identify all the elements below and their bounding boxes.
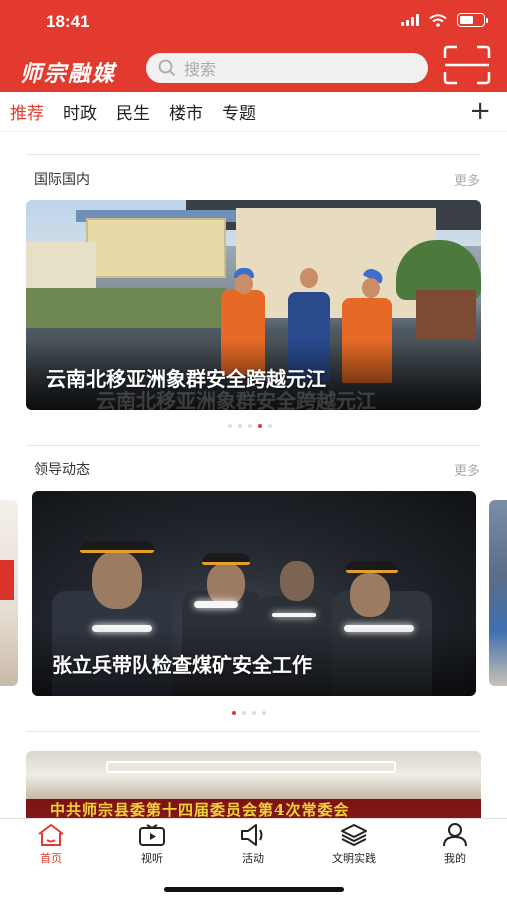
search-bar[interactable]: 搜索 bbox=[146, 53, 428, 83]
more-link-international[interactable]: 更多 bbox=[454, 170, 480, 189]
nav-video[interactable]: 视听 bbox=[117, 822, 187, 866]
photo-building bbox=[86, 218, 226, 278]
home-icon bbox=[38, 823, 64, 846]
photo-head bbox=[362, 278, 380, 298]
more-link-leadership[interactable]: 更多 bbox=[454, 460, 480, 479]
slide-caption: 云南北移亚洲象群安全跨越元江 bbox=[46, 367, 326, 391]
status-icons bbox=[401, 13, 488, 27]
photo-face bbox=[92, 551, 142, 609]
carousel-pager bbox=[228, 424, 272, 428]
nav-label: 首页 bbox=[40, 852, 62, 865]
photo-door bbox=[416, 290, 476, 340]
photo-head bbox=[235, 274, 253, 294]
status-time: 18:41 bbox=[46, 12, 90, 31]
section-title-international: 国际国内 bbox=[34, 172, 90, 188]
tab-politics[interactable]: 时政 bbox=[63, 99, 97, 124]
photo-house bbox=[26, 242, 96, 292]
nav-label: 文明实践 bbox=[332, 852, 376, 865]
photo-grass bbox=[26, 288, 226, 328]
photo-ceiling-light bbox=[106, 761, 396, 773]
carousel-slide-elephants[interactable]: 云南北移亚洲象群安全跨越元江 云南北移亚洲象群安全跨越元江 bbox=[26, 200, 481, 410]
photo-face bbox=[350, 573, 390, 617]
nav-label: 视听 bbox=[141, 852, 163, 865]
pager-dot[interactable] bbox=[232, 711, 236, 715]
news-card-meeting[interactable]: 中共师宗县委第十四届委员会第4次常委会 bbox=[26, 751, 481, 818]
carousel-pager bbox=[232, 711, 266, 715]
nav-profile[interactable]: 我的 bbox=[420, 822, 490, 866]
pager-dot[interactable] bbox=[258, 424, 262, 428]
carousel-prev-peek[interactable] bbox=[0, 500, 18, 686]
photo-reflective-strip bbox=[272, 613, 316, 617]
add-tab-button[interactable]: + bbox=[469, 98, 491, 124]
video-icon bbox=[139, 824, 165, 846]
nav-home[interactable]: 首页 bbox=[16, 822, 86, 866]
app-logo: 师宗融媒 bbox=[20, 61, 117, 87]
section-divider bbox=[26, 154, 481, 155]
category-tabs: 推荐 时政 民生 楼市 专题 + bbox=[0, 92, 507, 132]
tab-property[interactable]: 楼市 bbox=[169, 99, 203, 124]
photo-face bbox=[280, 561, 314, 601]
pager-dot[interactable] bbox=[248, 424, 252, 428]
cellular-signal-icon bbox=[401, 14, 419, 26]
section-title-leadership: 领导动态 bbox=[34, 462, 90, 478]
carousel-slide-coal-mine[interactable]: 张立兵带队检查煤矿安全工作 bbox=[32, 491, 476, 696]
pager-dot[interactable] bbox=[228, 424, 232, 428]
person-icon bbox=[443, 823, 467, 847]
banner-text: 中共师宗县委第十四届委员会第4次常委会 bbox=[50, 801, 350, 818]
nav-civilization[interactable]: 文明实践 bbox=[319, 822, 389, 866]
photo-helmet bbox=[346, 561, 398, 573]
pager-dot[interactable] bbox=[252, 711, 256, 715]
scan-icon[interactable] bbox=[442, 44, 492, 86]
carousel-next-peek[interactable] bbox=[489, 500, 507, 686]
battery-icon bbox=[457, 13, 488, 27]
photo-head bbox=[300, 268, 318, 288]
search-placeholder: 搜索 bbox=[184, 60, 217, 79]
app-header: 18:41 师宗融媒 搜索 bbox=[0, 0, 507, 92]
home-indicator bbox=[164, 887, 344, 892]
photo-face bbox=[207, 563, 245, 605]
photo-helmet bbox=[202, 553, 250, 565]
pager-dot[interactable] bbox=[262, 711, 266, 715]
pager-dot[interactable] bbox=[242, 711, 246, 715]
pager-dot[interactable] bbox=[268, 424, 272, 428]
section-divider bbox=[26, 731, 481, 732]
pager-dot[interactable] bbox=[238, 424, 242, 428]
battery-fill bbox=[460, 16, 474, 24]
photo-reflective-strip bbox=[194, 601, 238, 608]
section-divider bbox=[26, 445, 481, 446]
photo-helmet bbox=[80, 541, 154, 553]
layers-icon bbox=[341, 824, 367, 847]
tab-livelihood[interactable]: 民生 bbox=[116, 99, 150, 124]
slide-caption: 张立兵带队检查煤矿安全工作 bbox=[52, 653, 312, 677]
wifi-icon bbox=[429, 13, 447, 27]
tab-recommend[interactable]: 推荐 bbox=[10, 99, 44, 124]
news-feed: 国际国内 更多 云南北移亚洲象群安全跨越元江 云南北移亚洲象群安全跨越元江 领导… bbox=[0, 133, 507, 818]
megaphone-icon bbox=[241, 824, 263, 846]
nav-label: 我的 bbox=[444, 852, 466, 865]
search-icon bbox=[158, 59, 176, 77]
nav-label: 活动 bbox=[242, 852, 264, 865]
tab-special[interactable]: 专题 bbox=[222, 99, 256, 124]
nav-activity[interactable]: 活动 bbox=[218, 822, 288, 866]
